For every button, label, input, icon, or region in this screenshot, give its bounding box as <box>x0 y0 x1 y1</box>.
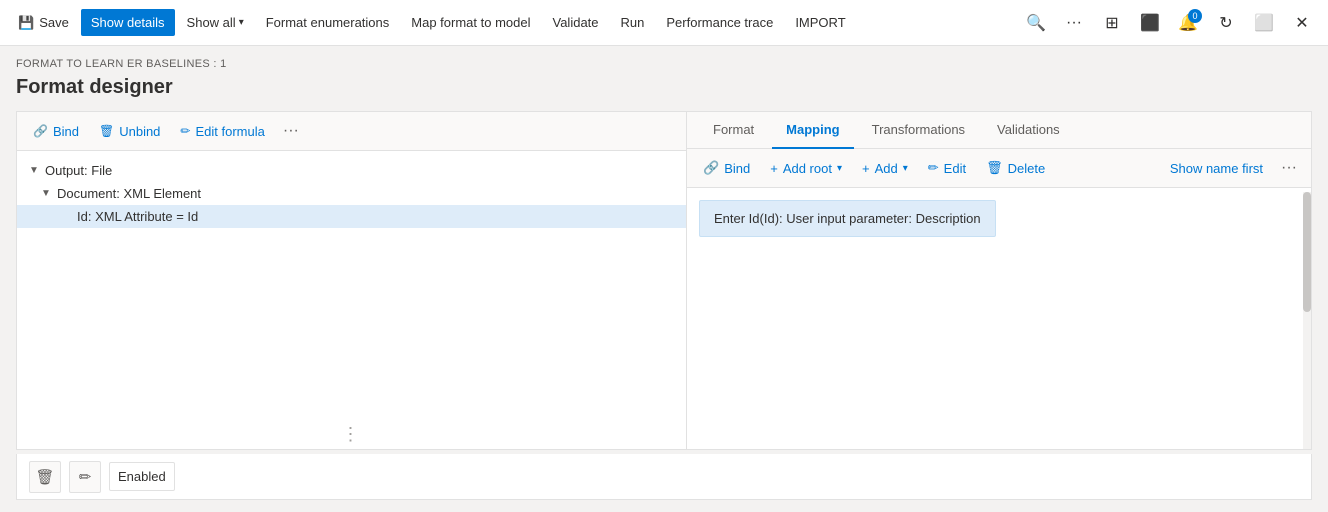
show-name-first-button[interactable]: Show name first <box>1162 156 1271 181</box>
unlink-icon: 🗑 <box>99 124 114 138</box>
format-enumerations-button[interactable]: Format enumerations <box>256 9 400 36</box>
add-root-button[interactable]: + Add root ▾ <box>762 156 850 181</box>
format-tree: ▼ Output: File ▼ Document: XML Element I… <box>17 151 686 419</box>
refresh-button[interactable]: ↻ <box>1208 5 1244 41</box>
save-icon: 💾 <box>18 15 34 31</box>
mapping-bind-button[interactable]: 🔗 Bind <box>695 155 758 181</box>
grid-button[interactable]: ⊞ <box>1094 5 1130 41</box>
delete-icon: 🗑 <box>986 160 1003 176</box>
right-more-button[interactable]: ··· <box>1275 155 1303 181</box>
bind-button[interactable]: 🔗 Bind <box>25 119 87 144</box>
tab-transformations[interactable]: Transformations <box>858 112 979 149</box>
more-dots-icon: ··· <box>283 122 299 139</box>
drag-handle[interactable]: ⋮ <box>17 419 686 449</box>
edit-bottom-button[interactable]: ✏ <box>69 461 101 493</box>
maximize-icon: ⬜ <box>1254 13 1274 33</box>
search-icon: 🔍 <box>1026 13 1046 33</box>
close-icon: ✕ <box>1295 13 1308 33</box>
tree-item-id[interactable]: Id: XML Attribute = Id <box>17 205 686 228</box>
map-format-to-model-button[interactable]: Map format to model <box>401 9 540 36</box>
right-tab-bar: Format Mapping Transformations Validatio… <box>687 112 1311 149</box>
bottom-status-bar: 🗑 ✏ Enabled <box>16 454 1312 500</box>
collapse-icon: ▼ <box>29 165 41 176</box>
search-button[interactable]: 🔍 <box>1018 5 1054 41</box>
breadcrumb: FORMAT TO LEARN ER BASELINES : 1 <box>16 58 1312 70</box>
more-options-button[interactable]: ··· <box>1056 5 1092 41</box>
mapping-entry[interactable]: Enter Id(Id): User input parameter: Desc… <box>699 200 996 237</box>
refresh-icon: ↻ <box>1219 13 1232 33</box>
scrollbar-thumb[interactable] <box>1303 192 1311 312</box>
chevron-down-icon: ▾ <box>239 17 244 28</box>
add-root-icon: + <box>770 161 778 176</box>
collapse-icon: ▼ <box>41 188 53 199</box>
edit-formula-button[interactable]: ✏ Edit formula <box>172 119 272 144</box>
unbind-button[interactable]: 🗑 Unbind <box>91 119 168 144</box>
add-button[interactable]: + Add ▾ <box>854 156 916 181</box>
maximize-button[interactable]: ⬜ <box>1246 5 1282 41</box>
performance-trace-button[interactable]: Performance trace <box>656 9 783 36</box>
validate-button[interactable]: Validate <box>543 9 609 36</box>
chevron-down-icon: ▾ <box>903 163 908 174</box>
left-more-button[interactable]: ··· <box>277 118 305 144</box>
link-icon: 🔗 <box>33 124 48 138</box>
right-panel: Format Mapping Transformations Validatio… <box>686 111 1312 450</box>
show-details-button[interactable]: Show details <box>81 9 175 36</box>
more-icon: ··· <box>1066 14 1082 32</box>
delete-bottom-button[interactable]: 🗑 <box>29 461 61 493</box>
import-button[interactable]: IMPORT <box>785 9 855 36</box>
main-area: FORMAT TO LEARN ER BASELINES : 1 Format … <box>0 46 1328 512</box>
content-area: 🔗 Bind 🗑 Unbind ✏ Edit formula ··· <box>16 111 1312 450</box>
more-dots-icon: ··· <box>1281 159 1297 176</box>
tree-item-output-file[interactable]: ▼ Output: File <box>17 159 686 182</box>
main-toolbar: 💾 Save Show details Show all ▾ Format en… <box>0 0 1328 46</box>
delete-button[interactable]: 🗑 Delete <box>978 155 1053 181</box>
left-panel-toolbar: 🔗 Bind 🗑 Unbind ✏ Edit formula ··· <box>17 112 686 151</box>
tab-validations[interactable]: Validations <box>983 112 1074 149</box>
save-button[interactable]: 💾 Save <box>8 9 79 37</box>
close-button[interactable]: ✕ <box>1284 5 1320 41</box>
run-button[interactable]: Run <box>611 9 655 36</box>
edit-icon: ✏ <box>928 160 939 176</box>
office-button[interactable]: ⬛ <box>1132 5 1168 41</box>
scrollbar[interactable] <box>1303 192 1311 449</box>
office-icon: ⬛ <box>1140 13 1160 33</box>
show-all-button[interactable]: Show all ▾ <box>177 9 254 36</box>
chevron-down-icon: ▾ <box>837 163 842 174</box>
mapping-toolbar: 🔗 Bind + Add root ▾ + Add ▾ ✏ Edit <box>687 149 1311 188</box>
edit-button[interactable]: ✏ Edit <box>920 155 974 181</box>
pencil-icon: ✏ <box>79 468 92 486</box>
drag-dots-icon: ⋮ <box>342 424 362 445</box>
left-panel: 🔗 Bind 🗑 Unbind ✏ Edit formula ··· <box>16 111 686 450</box>
grid-icon: ⊞ <box>1105 13 1118 33</box>
edit-icon: ✏ <box>180 124 190 138</box>
trash-icon: 🗑 <box>35 468 54 486</box>
tab-mapping[interactable]: Mapping <box>772 112 853 149</box>
link-icon: 🔗 <box>703 160 719 176</box>
tab-format[interactable]: Format <box>699 112 768 149</box>
notification-button[interactable]: 🔔 0 <box>1170 5 1206 41</box>
mapping-area: Enter Id(Id): User input parameter: Desc… <box>687 188 1311 449</box>
notification-badge: 0 <box>1188 9 1202 23</box>
status-label: Enabled <box>109 462 175 491</box>
add-icon: + <box>862 161 870 176</box>
tree-item-document[interactable]: ▼ Document: XML Element <box>17 182 686 205</box>
page-title: Format designer <box>16 76 1312 99</box>
